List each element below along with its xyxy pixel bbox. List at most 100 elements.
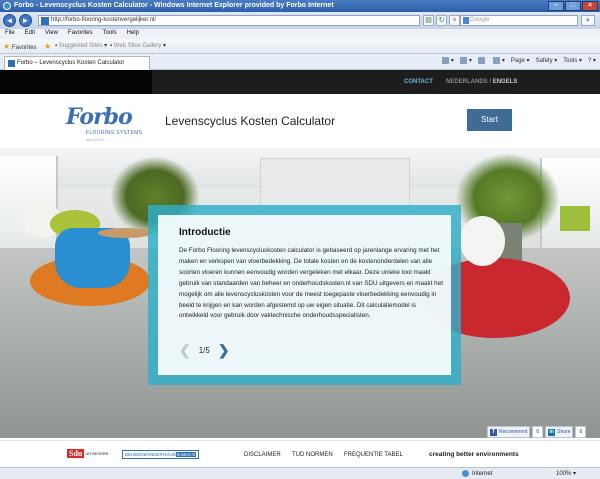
stop-icon[interactable]: × [449,15,460,26]
tools-menu[interactable]: Tools ▾ [563,57,582,64]
suggested-sites-link[interactable]: ▪ Suggested Sites ▾ [55,42,107,49]
next-arrow-icon[interactable]: ❯ [218,343,230,357]
hero-green-sofa [560,206,590,231]
sdu-logo-text: UITGEVERS [85,451,109,457]
footer-link-disclaimer[interactable]: DISCLAIMER [244,452,281,458]
footer-tagline: creating better environments [429,451,519,458]
linkedin-share-button[interactable]: in Share [545,426,574,438]
safety-menu[interactable]: Safety ▾ [536,57,558,64]
print-icon[interactable]: ▾ [492,57,505,64]
intro-text: De Forbo Flooring levenscycluskosten cal… [179,247,443,320]
menu-view[interactable]: View [45,30,58,39]
back-button[interactable]: ◄ [3,14,16,27]
safety-menu-label: Safety [535,58,553,64]
language-switcher: NEDERLANDS / ENGELS [446,79,517,85]
menu-favorites[interactable]: Favorites [68,30,93,39]
intro-title: Introductie [179,227,231,238]
prev-arrow-icon[interactable]: ❮ [179,343,191,357]
contact-link[interactable]: CONTACT [404,79,433,85]
favorites-label: Favorites [11,45,37,51]
search-input[interactable]: Google [460,15,578,26]
menu-bar: File Edit View Favorites Tools Help [0,29,600,39]
window-titlebar: Forbo - Levenscyclus Kosten Calculator -… [0,0,600,12]
page-menu-label: Page [510,58,525,64]
beheer-logo-c: kosten.nl [176,452,197,457]
social-buttons: f Recommend 0 in Share 6 [487,426,599,440]
facebook-recommend-button[interactable]: f Recommend [487,426,531,438]
favorites-bar: ★ Favorites ★ ▪ Suggested Sites ▾ ▪ Web … [0,39,600,54]
tab-title: Forbo – Levenscyclus Kosten Calculator [17,60,125,66]
beheer-logo-b: &ONDERHOUD [143,452,177,457]
tab-forbo[interactable]: Forbo – Levenscyclus Kosten Calculator [4,56,150,70]
forbo-logo[interactable]: Forbo [66,104,133,130]
site-footer: Sdu UITGEVERS BEHEER&ONDERHOUDkosten.nl D… [0,440,600,467]
web-slice-gallery-label: Web Slice Gallery [113,43,162,49]
tab-favicon [8,60,15,67]
suggested-sites-label: Suggested Sites [58,43,103,49]
feeds-icon[interactable]: ▾ [459,57,472,64]
page-menu[interactable]: Page ▾ [511,57,530,64]
tools-menu-label: Tools [563,58,578,64]
sdu-logo[interactable]: Sdu UITGEVERS [67,449,108,458]
tab-row: Forbo – Levenscyclus Kosten Calculator ▾… [0,54,600,70]
lang-nl-link[interactable]: NEDERLANDS [446,79,488,85]
forward-button[interactable]: ► [19,14,32,27]
search-icon[interactable]: ⌕ [581,15,595,26]
favorites-star-icon: ★ [3,42,11,51]
address-actions: ▤ ↻ × [423,15,460,26]
intro-panel: Introductie De Forbo Flooring levenscycl… [148,205,461,385]
footer-link-tud-normen[interactable]: TUD NORMEN [292,452,333,458]
favorites-button[interactable]: ★ Favorites [3,42,37,51]
logo-subtitle: FLOORING SYSTEMS [86,130,143,136]
hero-table [98,228,153,238]
address-url: http://forbo-flooring-kostenvergelijker.… [51,17,157,23]
refresh-icon[interactable]: ↻ [436,15,447,26]
command-bar: ▾ ▾ ▾ Page ▾ Safety ▾ Tools ▾ ? ▾ [441,57,596,64]
site-favicon [41,17,49,25]
home-icon[interactable]: ▾ [441,57,454,64]
globe-icon [462,470,469,477]
facebook-count: 0 [532,426,544,438]
window-controls: – □ × [548,1,598,11]
close-window-button[interactable]: × [582,1,598,11]
footer-link-frequentie-tabel[interactable]: FREQUENTIE TABEL [344,452,403,458]
address-row: ◄ ► http://forbo-flooring-kostenvergelij… [0,12,600,29]
minimize-button[interactable]: – [548,1,564,11]
compatibility-icon[interactable]: ▤ [423,15,434,26]
logo-date: april 2013 [86,137,104,142]
hero-white-chair-right [460,216,505,266]
zoom-level[interactable]: 100% ▾ [556,470,576,477]
search-placeholder: Google [470,17,490,23]
menu-tools[interactable]: Tools [103,30,117,39]
facebook-icon: f [490,428,497,436]
help-icon[interactable]: ? ▾ [588,57,596,64]
hero-image: Introductie De Forbo Flooring levenscycl… [0,148,600,438]
beheer-onderhoud-logo[interactable]: BEHEER&ONDERHOUDkosten.nl [122,450,200,459]
page-indicator: 1/5 [198,345,210,355]
maximize-button[interactable]: □ [565,1,581,11]
beheer-logo-a: BEHEER [125,452,144,457]
menu-file[interactable]: File [5,30,15,39]
ie-app-icon [3,2,11,10]
lang-en-link[interactable]: ENGELS [493,79,518,85]
linkedin-label: Share [557,429,571,435]
linkedin-count: 6 [575,426,587,438]
intro-pager: ❮ 1/5 ❯ [179,343,230,357]
address-bar[interactable]: http://forbo-flooring-kostenvergelijker.… [38,15,420,26]
menu-edit[interactable]: Edit [25,30,35,39]
site-top-bar: CONTACT NEDERLANDS / ENGELS [0,70,600,94]
menu-help[interactable]: Help [127,30,139,39]
start-button[interactable]: Start [467,109,512,131]
add-favorite-icon[interactable]: ★ [44,42,51,51]
security-zone-label: Internet [472,471,493,478]
sdu-logo-mark: Sdu [67,449,85,458]
linkedin-icon: in [548,428,556,436]
zoom-level-value: 100% [556,471,572,477]
google-icon [463,17,469,24]
facebook-label: Recommend [499,429,528,435]
web-slice-gallery-link[interactable]: ▪ Web Slice Gallery ▾ [110,42,166,49]
site-header: Forbo FLOORING SYSTEMS april 2013 Levens… [0,94,600,148]
security-zone: Internet [462,470,492,477]
window-title: Forbo - Levenscyclus Kosten Calculator -… [14,2,334,9]
mail-icon[interactable] [477,57,487,64]
